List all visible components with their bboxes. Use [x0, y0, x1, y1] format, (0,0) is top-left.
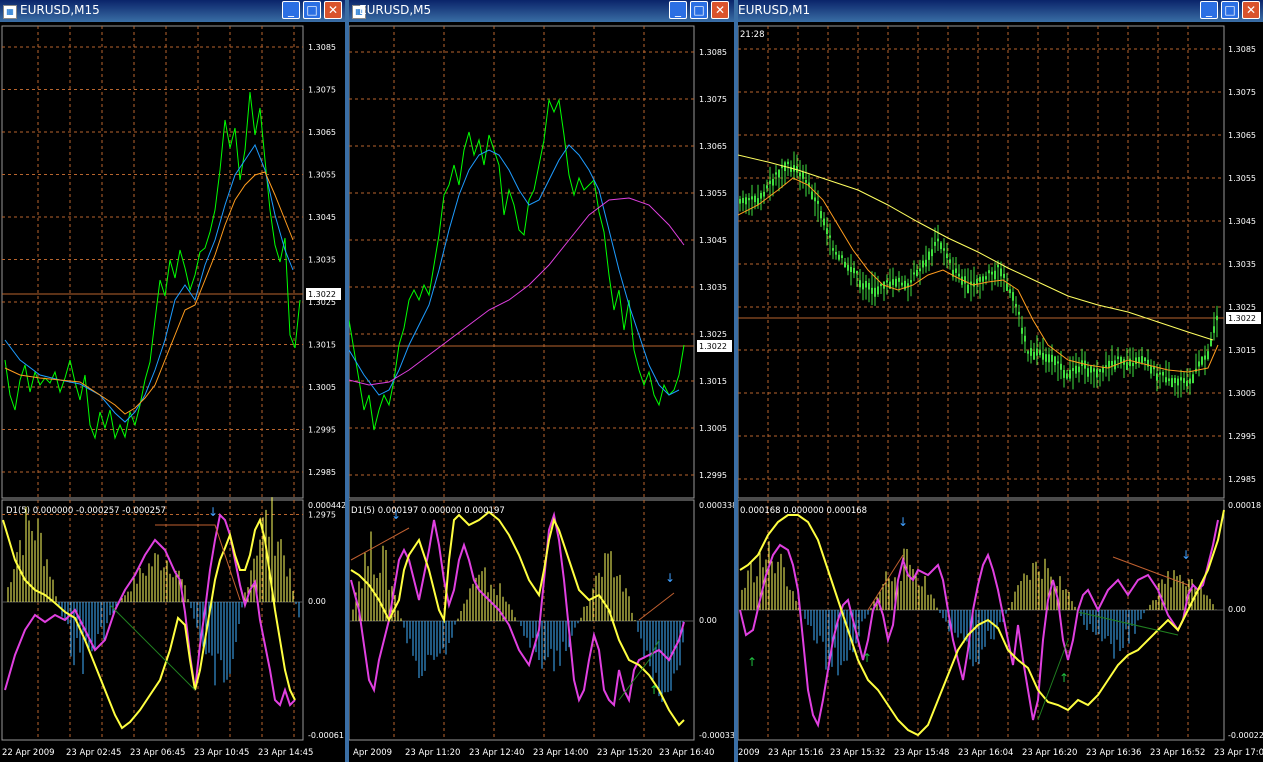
current-price-tag: 1.3022 [308, 290, 336, 299]
indicator-tick-label: 0.000338 [699, 501, 734, 510]
ma-fast-line [349, 144, 680, 396]
indicator-tick-label: 0.00018 [1228, 501, 1261, 510]
price-tick-label: 1.2985 [308, 468, 336, 477]
price-tick-label: 1.3015 [699, 377, 727, 386]
price-tick-label: 1.3065 [1228, 131, 1256, 140]
svg-text:↓: ↓ [1181, 548, 1191, 562]
arrow-down-blue: ↓ [208, 505, 218, 519]
price-tick-label: 1.3055 [308, 171, 336, 180]
price-tick-label: 1.3055 [699, 189, 727, 198]
chart-canvas[interactable]: ↓ D1(5) 0.000000 -0.000257 -0.000257 1.3… [0, 0, 345, 762]
price-tick-label: 1.3035 [1228, 260, 1256, 269]
time-axis-label: 23 Apr 16:20 [1022, 748, 1077, 758]
price-tick-label: 1.3005 [1228, 389, 1256, 398]
time-axis-label: 23 Apr 14:00 [533, 748, 588, 758]
time-axis-label: 23 Apr 16:04 [958, 748, 1013, 758]
price-tick-label: 1.3065 [308, 128, 336, 137]
price-tick-label: 1.3035 [308, 256, 336, 265]
svg-text:↓: ↓ [665, 571, 675, 585]
indicator-yellow-line [2, 517, 296, 730]
chart-canvas[interactable]: ↓ ↓ ↑ D1(5) 0.000197 0.000000 0.000197 1… [349, 0, 734, 762]
time-axis-label: 23 Apr 15:32 [830, 748, 885, 758]
ma-slow-line [4, 171, 294, 415]
price-tick-label: 1.3045 [308, 213, 336, 222]
price-tick-label: 1.2995 [1228, 432, 1256, 441]
price-tick-label: 1.3025 [699, 330, 727, 339]
time-axis-label: 23 Apr 10:45 [194, 748, 249, 758]
price-tick-label: 1.3015 [308, 341, 336, 350]
chart-window-m1[interactable]: EURUSD,M1 _ □ ✕ 21:28 ↓ ↓ ↑ ↑ ↑ 0.000168… [738, 0, 1263, 762]
time-axis-label: 23 Apr 15:20 [597, 748, 652, 758]
ma-fast-line [4, 143, 294, 423]
price-tick-label: 1.3015 [1228, 346, 1256, 355]
time-axis-label: 23 Apr 16:36 [1086, 748, 1141, 758]
price-tick-label: 1.2995 [699, 471, 727, 480]
ma-magenta-line [349, 197, 685, 386]
svg-text:↑: ↑ [649, 683, 659, 697]
time-axis-label: 23 Apr 16:52 [1150, 748, 1205, 758]
indicator-tick-label: -0.00061 [308, 731, 344, 740]
price-tick-label: 1.3005 [699, 424, 727, 433]
price-tick-label: 1.3055 [1228, 174, 1256, 183]
svg-text:↓: ↓ [898, 515, 908, 529]
indicator-tick-label: -0.00022 [1228, 731, 1263, 740]
indicator-yellow-line [739, 509, 1225, 737]
indicator-tick-label: 0.00 [1228, 605, 1246, 614]
indicator-tick-label: 0.00 [699, 616, 717, 625]
price-tick-label: 1.3045 [1228, 217, 1256, 226]
price-tick-label: 1.3045 [699, 236, 727, 245]
indicator-label: D1(5) 0.000197 0.000000 0.000197 [351, 506, 505, 516]
price-tick-label: 1.2995 [308, 426, 336, 435]
price-tick-label: 1.3025 [1228, 303, 1256, 312]
time-axis-label: 23 Apr 15:48 [894, 748, 949, 758]
corner-time: 21:28 [740, 30, 765, 40]
price-tick-label: 1.3065 [699, 142, 727, 151]
price-tick-label: 1.3085 [699, 48, 727, 57]
price-tick-label: 1.3085 [1228, 45, 1256, 54]
price-tick-label: 1.2975 [308, 511, 336, 520]
time-axis-label: 23 Apr 02:45 [66, 748, 121, 758]
time-axis-label: 2009 [738, 748, 760, 758]
indicator-label: D1(5) 0.000000 -0.000257 -0.000257 [6, 506, 166, 516]
current-price-tag: 1.3022 [699, 342, 727, 351]
svg-text:↑: ↑ [1059, 671, 1069, 685]
chart-canvas[interactable]: 21:28 ↓ ↓ ↑ ↑ ↑ 0.000168 0.000000 0.0001… [738, 0, 1263, 762]
time-axis-label: 23 Apr 12:40 [469, 748, 524, 758]
time-axis-label: 23 Apr 16:40 [659, 748, 714, 758]
price-tick-label: 1.3085 [308, 43, 336, 52]
indicator-tick-label: 0.000442 [308, 501, 345, 510]
price-tick-label: 1.3035 [699, 283, 727, 292]
indicator-tick-label: 0.00 [308, 597, 326, 606]
indicator-tick-label: -0.00033 [699, 731, 734, 740]
indicator-magenta-line [350, 511, 685, 708]
time-axis-label: 23 Apr 11:20 [405, 748, 460, 758]
indicator-label: 0.000168 0.000000 0.000168 [740, 506, 867, 516]
time-axis-label: 22 Apr 2009 [2, 748, 55, 758]
price-tick-label: 1.3005 [308, 383, 336, 392]
price-tick-label: 1.2985 [1228, 475, 1256, 484]
time-axis-label: 23 Apr 17:0 [1214, 748, 1263, 758]
chart-window-m15[interactable]: ▦ EURUSD,M15 _ □ ✕ ↓ D1(5) 0.000000 -0.0… [0, 0, 345, 762]
time-axis-label: Apr 2009 [353, 748, 392, 758]
price-tick-label: 1.3075 [1228, 88, 1256, 97]
time-axis-label: 23 Apr 06:45 [130, 748, 185, 758]
svg-text:↑: ↑ [747, 655, 757, 669]
current-price-tag: 1.3022 [1228, 314, 1256, 323]
price-line [4, 91, 301, 440]
price-tick-label: 1.3075 [699, 95, 727, 104]
price-tick-label: 1.3075 [308, 86, 336, 95]
svg-text:↑: ↑ [862, 651, 872, 665]
time-axis-label: 23 Apr 15:16 [768, 748, 823, 758]
chart-window-m5[interactable]: ▦ EURUSD,M5 _ □ ✕ ↓ ↓ ↑ D1(5) 0.000197 0… [349, 0, 734, 762]
time-axis-label: 23 Apr 14:45 [258, 748, 313, 758]
